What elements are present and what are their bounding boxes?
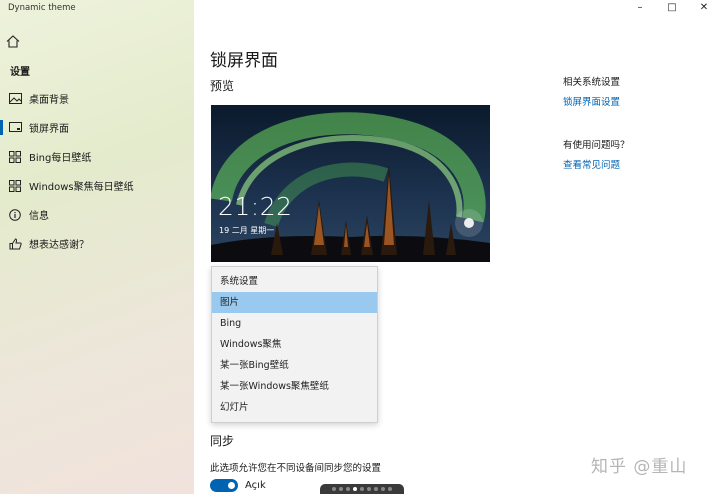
lockscreen-settings-link[interactable]: 锁屏界面设置 — [563, 94, 620, 108]
page-dot[interactable] — [346, 487, 350, 491]
minimize-icon: – — [637, 1, 643, 13]
close-icon: ✕ — [699, 1, 709, 13]
maximize-button[interactable]: □ — [656, 0, 688, 14]
sync-description: 此选项允许您在不同设备间同步您的设置 — [210, 463, 382, 474]
home-button[interactable] — [6, 35, 22, 49]
app-title: Dynamic theme — [8, 3, 76, 13]
page-dot[interactable] — [381, 487, 385, 491]
background-type-dropdown[interactable]: 系统设置 图片 Bing Windows聚焦 某一张Bing壁纸 某一张Wind… — [211, 266, 378, 423]
sidebar-item-desktop-background[interactable]: 桌面背景 — [0, 84, 194, 113]
sidebar-item-label: Windows聚焦每日壁纸 — [29, 182, 134, 193]
preview-time: 21:22 — [218, 192, 293, 221]
grid-icon — [8, 179, 22, 193]
sidebar-item-bing-wallpaper[interactable]: Bing每日壁纸 — [0, 142, 194, 171]
info-icon — [8, 208, 22, 222]
settings-heading: 设置 — [10, 67, 30, 78]
dropdown-option-single-bing[interactable]: 某一张Bing壁纸 — [212, 355, 377, 376]
sidebar-item-info[interactable]: 信息 — [0, 200, 194, 229]
sidebar-item-label: 想表达感谢？ — [29, 240, 89, 251]
sidebar-item-thanks[interactable]: 想表达感谢？ — [0, 229, 194, 258]
dropdown-option-picture[interactable]: 图片 — [212, 292, 377, 313]
preview-heading: 预览 — [210, 79, 235, 93]
sidebar-item-label: 锁屏界面 — [29, 124, 69, 135]
dropdown-option-bing[interactable]: Bing — [212, 313, 377, 334]
home-icon — [6, 35, 20, 48]
page-dot[interactable] — [367, 487, 371, 491]
thumbs-up-icon — [8, 237, 22, 251]
sidebar: Dynamic theme 设置 桌面背景 锁屏界面 Bing每日壁纸 Wind… — [0, 0, 194, 494]
sidebar-item-lockscreen[interactable]: 锁屏界面 — [0, 113, 194, 142]
page-dot[interactable] — [388, 487, 392, 491]
close-button[interactable]: ✕ — [688, 0, 720, 14]
sync-toggle[interactable] — [210, 479, 238, 492]
sidebar-item-label: 信息 — [29, 211, 49, 222]
page-dot-current[interactable] — [353, 487, 357, 491]
page-dot[interactable] — [374, 487, 378, 491]
window-controls: – □ ✕ — [624, 0, 720, 14]
sidebar-item-label: 桌面背景 — [29, 95, 69, 106]
related-settings-heading: 相关系统设置 — [563, 77, 621, 88]
dropdown-option-system[interactable]: 系统设置 — [212, 271, 377, 292]
dropdown-option-slideshow[interactable]: 幻灯片 — [212, 397, 377, 418]
page-indicator — [320, 484, 404, 494]
page-dot[interactable] — [332, 487, 336, 491]
faq-link[interactable]: 查看常见问题 — [563, 157, 620, 171]
help-heading: 有使用问题吗？ — [563, 140, 630, 151]
page-dot[interactable] — [360, 487, 364, 491]
sidebar-item-label: Bing每日壁纸 — [29, 153, 92, 164]
sync-heading: 同步 — [210, 434, 235, 448]
image-icon — [8, 92, 22, 106]
lockscreen-preview: 21:22 19 二月 星期一 — [211, 105, 490, 262]
sidebar-nav: 桌面背景 锁屏界面 Bing每日壁纸 Windows聚焦每日壁纸 信息 想表达感… — [0, 84, 194, 258]
page-dot[interactable] — [339, 487, 343, 491]
minimize-button[interactable]: – — [624, 0, 656, 14]
preview-date: 19 二月 星期一 — [219, 226, 275, 235]
sidebar-item-spotlight-wallpaper[interactable]: Windows聚焦每日壁纸 — [0, 171, 194, 200]
page-title: 锁屏界面 — [210, 51, 278, 71]
maximize-icon: □ — [667, 1, 677, 13]
aurora-image — [211, 105, 490, 262]
grid-icon — [8, 150, 22, 164]
lockscreen-icon — [8, 121, 22, 135]
sync-toggle-label: Açık — [245, 480, 266, 491]
sync-toggle-row: Açık — [210, 479, 266, 492]
dropdown-option-spotlight[interactable]: Windows聚焦 — [212, 334, 377, 355]
main-content: – □ ✕ 锁屏界面 预览 21:22 19 二月 星期一 系统设置 图片 Bi… — [194, 0, 720, 494]
dropdown-option-single-spotlight[interactable]: 某一张Windows聚焦壁纸 — [212, 376, 377, 397]
watermark: 知乎 @重山 — [591, 457, 688, 477]
